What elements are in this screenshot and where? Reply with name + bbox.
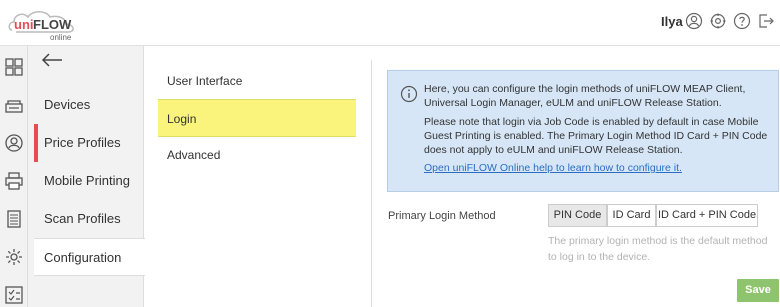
info-box: Here, you can configure the login method… bbox=[387, 70, 779, 192]
devices-icon[interactable] bbox=[0, 86, 28, 124]
info-text-note: Please note that login via Job Code is e… bbox=[424, 116, 768, 156]
user-name[interactable]: Ilya bbox=[661, 14, 683, 29]
dashboard-icon[interactable] bbox=[0, 48, 28, 86]
nav-item-mobile-printing[interactable]: Mobile Printing bbox=[34, 162, 144, 200]
top-header: uni FLOW online Ilya bbox=[0, 0, 780, 46]
back-arrow-icon[interactable] bbox=[40, 50, 64, 70]
logout-icon[interactable] bbox=[757, 12, 775, 30]
nav-item-configuration[interactable]: Configuration bbox=[34, 238, 145, 276]
login-option-id-card-pin[interactable]: ID Card + PIN Code bbox=[656, 204, 758, 227]
settings-icon[interactable] bbox=[709, 12, 727, 30]
printer-icon[interactable] bbox=[0, 162, 28, 200]
nav-item-devices[interactable]: Devices bbox=[34, 86, 144, 124]
svg-text:FLOW: FLOW bbox=[33, 17, 72, 32]
uniflow-logo: uni FLOW online bbox=[6, 4, 86, 44]
svg-text:online: online bbox=[50, 33, 72, 42]
price-profiles-icon[interactable] bbox=[0, 124, 28, 162]
gear-icon[interactable] bbox=[0, 238, 28, 276]
help-icon[interactable] bbox=[733, 12, 751, 30]
tasks-icon[interactable] bbox=[0, 276, 28, 307]
nav-item-scan-profiles[interactable]: Scan Profiles bbox=[34, 200, 144, 238]
user-icon[interactable] bbox=[685, 12, 703, 30]
subnav-item-advanced[interactable]: Advanced bbox=[158, 136, 356, 174]
subnav-item-user-interface[interactable]: User Interface bbox=[158, 62, 356, 100]
login-method-help: The primary login method is the default … bbox=[548, 235, 768, 263]
save-button[interactable]: Save bbox=[737, 279, 779, 302]
primary-login-method-label: Primary Login Method bbox=[388, 210, 496, 222]
nav-item-price-profiles[interactable]: Price Profiles bbox=[34, 124, 144, 162]
scan-icon[interactable] bbox=[0, 200, 28, 238]
login-option-pin-code[interactable]: PIN Code bbox=[548, 204, 607, 227]
content-divider bbox=[371, 60, 372, 307]
info-text-intro: Here, you can configure the login method… bbox=[424, 83, 746, 109]
subnav-item-login[interactable]: Login bbox=[158, 99, 356, 137]
info-icon bbox=[400, 85, 418, 103]
help-link[interactable]: Open uniFLOW Online help to learn how to… bbox=[424, 162, 682, 174]
svg-text:uni: uni bbox=[14, 17, 34, 32]
login-option-id-card[interactable]: ID Card bbox=[607, 204, 656, 227]
